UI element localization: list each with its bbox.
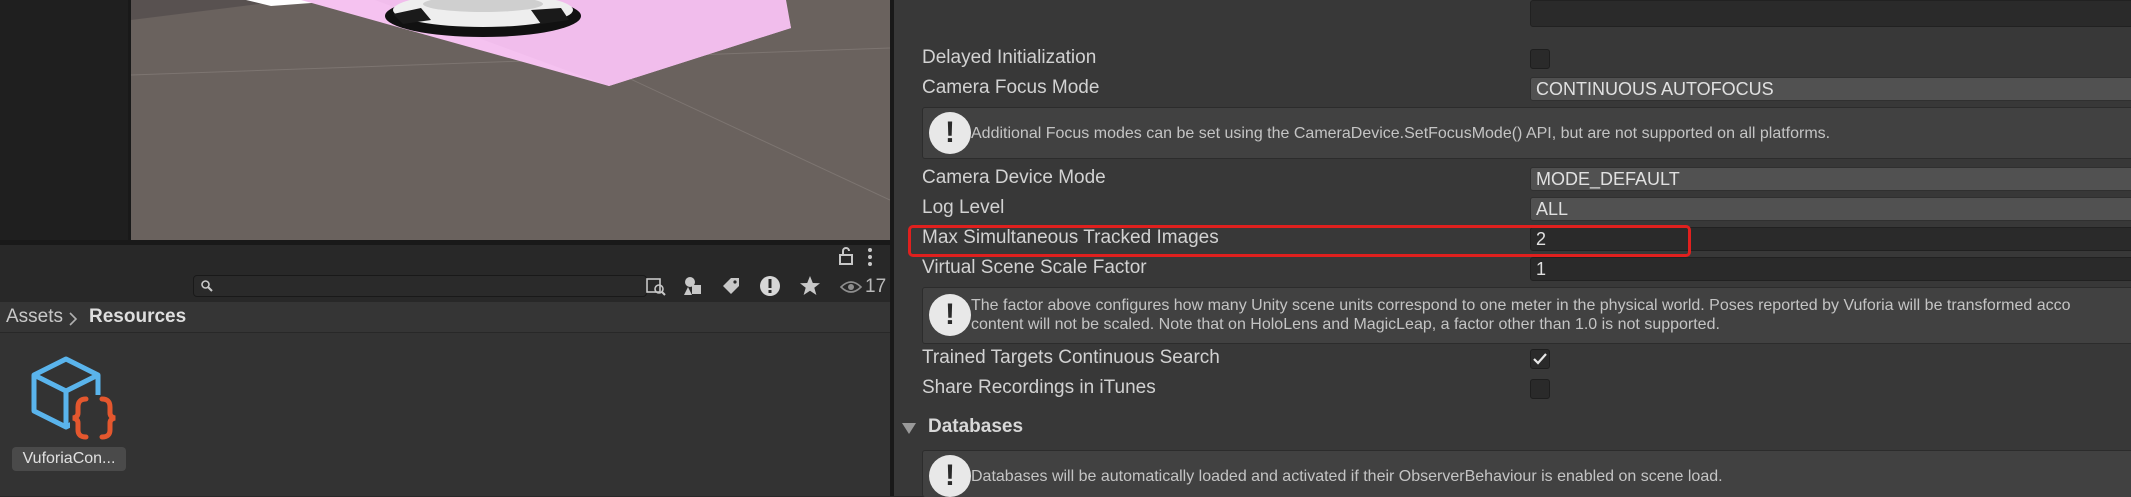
info-icon: !: [929, 112, 971, 154]
share-recordings-checkbox[interactable]: [1530, 379, 1550, 399]
scale-factor-help-box: ! The factor above configures how many U…: [922, 287, 2131, 344]
databases-help-box: ! Databases will be automatically loaded…: [922, 450, 2131, 497]
virtual-scene-scale-label: Virtual Scene Scale Factor: [922, 257, 1147, 278]
info-icon: !: [929, 294, 971, 336]
star-icon: [800, 276, 820, 295]
asset-label: VuforiaCon...: [12, 447, 126, 471]
search-icon: [201, 280, 213, 292]
hidden-packages-toggle[interactable]: 17: [840, 276, 886, 298]
breadcrumb-resources[interactable]: Resources: [89, 306, 186, 328]
scene-search-icon: [646, 278, 666, 296]
highlight-annotation: [908, 225, 1691, 257]
project-tab-bar: [0, 245, 890, 269]
share-recordings-row: Share Recordings in iTunes: [922, 374, 2131, 404]
trained-targets-row: Trained Targets Continuous Search: [922, 344, 2131, 374]
checkmark-icon: [1533, 353, 1547, 365]
focus-mode-help-box: ! Additional Focus modes can be set usin…: [922, 107, 2131, 159]
favorites-button[interactable]: [795, 273, 825, 299]
hidden-count: 17: [865, 276, 887, 297]
left-panel: 17 Assets Resources VuforiaCon...: [0, 0, 890, 496]
log-level-row: Log Level ALL: [922, 194, 2131, 224]
scene-view[interactable]: [131, 0, 890, 240]
virtual-scene-scale-row: Virtual Scene Scale Factor 1: [922, 254, 2131, 284]
foldout-triangle-icon: [902, 423, 916, 434]
focus-mode-help-text: Additional Focus modes can be set using …: [971, 125, 1831, 142]
filter-by-issues-button[interactable]: [755, 273, 785, 299]
asset-grid: VuforiaCon...: [0, 333, 890, 496]
camera-focus-mode-dropdown[interactable]: CONTINUOUS AUTOFOCUS: [1530, 77, 2131, 101]
databases-section-title: Databases: [928, 416, 1024, 437]
share-recordings-label: Share Recordings in iTunes: [922, 377, 1156, 398]
shapes-icon: [684, 277, 701, 295]
scale-factor-help-line-1: The factor above configures how many Uni…: [971, 297, 2071, 314]
trained-targets-label: Trained Targets Continuous Search: [922, 347, 1220, 368]
camera-device-mode-label: Camera Device Mode: [922, 167, 1106, 188]
project-toolbar: 17: [0, 269, 890, 303]
log-level-label: Log Level: [922, 197, 1005, 218]
tag-icon: [723, 278, 739, 294]
scene-gutter: [0, 0, 131, 240]
camera-device-mode-dropdown[interactable]: MODE_DEFAULT: [1530, 167, 2131, 191]
log-level-dropdown[interactable]: ALL: [1530, 197, 2131, 221]
search-by-type-button[interactable]: [641, 273, 671, 299]
camera-device-mode-row: Camera Device Mode MODE_DEFAULT: [922, 164, 2131, 194]
delayed-initialization-checkbox[interactable]: [1530, 49, 1550, 69]
scene-render: [131, 0, 890, 240]
camera-focus-mode-label: Camera Focus Mode: [922, 77, 1100, 98]
virtual-scene-scale-input[interactable]: 1: [1530, 257, 2131, 281]
breadcrumb: Assets Resources: [0, 302, 890, 332]
delayed-initialization-label: Delayed Initialization: [922, 47, 1097, 68]
previous-field[interactable]: [1530, 0, 2131, 27]
filter-by-type-button[interactable]: [678, 273, 708, 299]
warning-icon: [760, 276, 780, 296]
trained-targets-checkbox[interactable]: [1530, 349, 1550, 369]
databases-help-text: Databases will be automatically loaded a…: [971, 468, 1723, 485]
camera-focus-mode-row: Camera Focus Mode CONTINUOUS AUTOFOCUS: [922, 74, 2131, 104]
more-options-icon[interactable]: [866, 247, 874, 267]
info-icon: !: [929, 455, 971, 497]
breadcrumb-assets[interactable]: Assets: [6, 306, 63, 328]
scale-factor-help-line-2: content will not be scaled. Note that on…: [971, 316, 1720, 333]
search-input[interactable]: [193, 275, 647, 297]
delayed-initialization-row: Delayed Initialization: [922, 44, 2131, 74]
chevron-right-icon: [69, 312, 78, 326]
filter-by-label-button[interactable]: [716, 273, 746, 299]
eye-icon: [840, 281, 862, 293]
vuforia-config-icon: [31, 356, 122, 441]
lock-icon[interactable]: [838, 247, 854, 265]
